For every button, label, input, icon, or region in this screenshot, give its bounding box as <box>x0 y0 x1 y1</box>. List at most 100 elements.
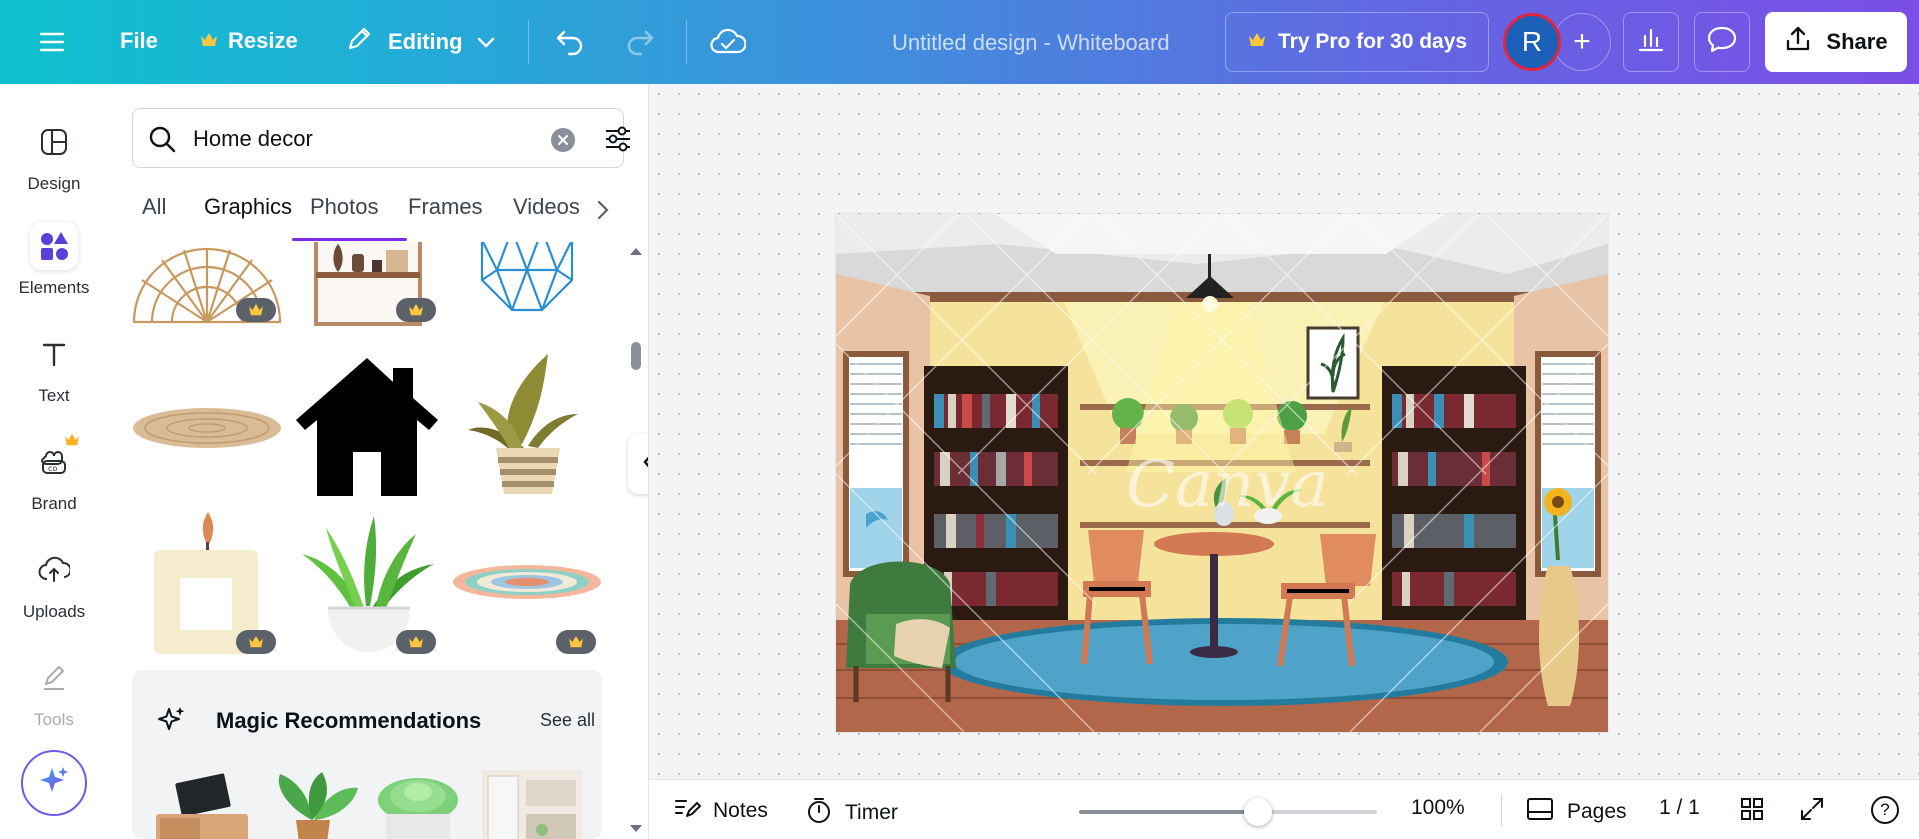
graphics-results-grid <box>132 242 602 742</box>
upload-icon <box>1784 25 1812 59</box>
search-query: Home decor <box>193 126 313 151</box>
rail-item-text[interactable]: Text <box>0 330 108 406</box>
magic-recommendations-title: Magic Recommendations <box>216 708 482 733</box>
help-icon: ? <box>1871 796 1899 824</box>
rail-item-tools[interactable]: Tools <box>0 654 108 730</box>
magic-recommendations-card: Magic Recommendations See all <box>132 670 602 839</box>
chevron-right-icon[interactable] <box>596 199 610 226</box>
crown-icon <box>200 28 218 54</box>
canva-watermark: Canva <box>1126 448 1329 522</box>
resize-button[interactable]: Resize <box>200 28 298 54</box>
zoom-level[interactable]: 100% <box>1411 796 1465 820</box>
pages-label: Pages <box>1567 800 1627 823</box>
rail-item-label: Design <box>27 174 81 193</box>
card-pointer <box>305 670 335 685</box>
file-menu-button[interactable]: File <box>120 28 158 54</box>
room-illustration-graphic[interactable]: Canva <box>836 214 1608 732</box>
editing-mode-dropdown[interactable]: Editing <box>344 24 495 60</box>
rail-item-label: Text <box>38 386 70 405</box>
user-avatar[interactable]: R <box>1503 13 1561 71</box>
left-navigation-rail: Design Elements Text co Brand Uploads To… <box>0 84 108 839</box>
scroll-down-icon[interactable] <box>628 822 644 839</box>
pro-crown-badge <box>396 630 436 654</box>
expand-icon <box>1799 796 1825 828</box>
avatar-initial: R <box>1521 26 1543 57</box>
rail-item-design[interactable]: Design <box>0 118 108 194</box>
shapes-icon <box>30 222 78 270</box>
result-snake-plant-pot[interactable] <box>292 508 442 658</box>
category-tabs: All Graphics Photos Frames Videos <box>132 194 632 234</box>
pro-crown-badge <box>236 630 276 654</box>
invite-button[interactable]: + <box>1553 13 1611 71</box>
save-status-button[interactable] <box>710 26 747 64</box>
recommendation-monstera-pot[interactable] <box>262 770 362 839</box>
pro-crown-badge <box>236 298 276 322</box>
crown-icon <box>1248 30 1266 54</box>
bottom-status-bar: Notes Timer 100% Pages 1 / 1 ? <box>648 779 1919 839</box>
hamburger-menu-icon[interactable] <box>38 28 66 56</box>
rail-item-label: Uploads <box>22 602 86 621</box>
comments-button[interactable] <box>1694 12 1750 72</box>
tab-videos[interactable]: Videos <box>513 194 580 220</box>
bottombar-divider <box>1501 794 1502 826</box>
pen-tool-icon <box>30 654 78 702</box>
rail-item-brand[interactable]: co Brand <box>0 433 108 514</box>
tab-all[interactable]: All <box>142 194 166 220</box>
zoom-slider-handle[interactable] <box>1243 798 1272 826</box>
redo-button[interactable] <box>624 26 656 64</box>
chevron-down-icon <box>477 29 495 55</box>
result-potted-plant[interactable] <box>452 352 602 502</box>
notes-pencil-icon <box>673 796 701 826</box>
result-round-rug[interactable] <box>132 352 282 502</box>
panel-scrollbar-thumb[interactable] <box>631 342 641 370</box>
result-striped-rug[interactable] <box>452 508 602 658</box>
rail-item-label: Brand <box>31 494 77 513</box>
share-button[interactable]: Share <box>1765 12 1907 72</box>
notes-button[interactable]: Notes <box>673 796 768 826</box>
redo-icon <box>624 26 656 64</box>
cloud-upload-icon <box>30 546 78 594</box>
recommendation-tv-stand[interactable] <box>152 770 252 839</box>
recommendation-succulent[interactable] <box>368 770 468 839</box>
grid-view-icon <box>1739 796 1765 828</box>
editing-label: Editing <box>388 29 463 54</box>
svg-text:co: co <box>48 464 57 473</box>
rail-item-elements[interactable]: Elements <box>0 222 108 298</box>
see-all-link[interactable]: See all <box>540 710 595 731</box>
tab-frames[interactable]: Frames <box>408 194 483 220</box>
document-title[interactable]: Untitled design - Whiteboard <box>892 30 1170 56</box>
tab-photos[interactable]: Photos <box>310 194 379 220</box>
rail-item-label: Elements <box>18 278 90 297</box>
insights-button[interactable] <box>1623 12 1679 72</box>
help-button[interactable]: ? <box>1871 796 1899 824</box>
result-geometric-lantern[interactable] <box>452 242 602 340</box>
toolbar-divider <box>528 20 529 64</box>
magic-assistant-button[interactable] <box>21 750 87 816</box>
search-input[interactable]: Home decor <box>132 108 630 168</box>
try-pro-button[interactable]: Try Pro for 30 days <box>1225 12 1489 72</box>
recommendation-kitchen-photo[interactable] <box>482 770 582 839</box>
pencil-icon <box>344 24 374 60</box>
scroll-up-icon[interactable] <box>628 244 644 262</box>
comment-bubble-icon <box>1706 24 1738 60</box>
layout-icon <box>30 118 78 166</box>
tab-graphics[interactable]: Graphics <box>204 194 292 220</box>
pages-button[interactable]: Pages <box>1525 796 1627 828</box>
result-candle[interactable] <box>132 508 282 658</box>
brand-kit-icon: co <box>30 433 79 486</box>
share-label: Share <box>1826 29 1888 54</box>
result-sunburst-arch[interactable] <box>132 242 282 340</box>
whiteboard-canvas[interactable]: Canva <box>648 84 1919 779</box>
zoom-slider[interactable] <box>1079 798 1377 826</box>
clear-search-icon[interactable] <box>551 128 575 152</box>
filter-sliders-icon[interactable] <box>603 124 633 159</box>
undo-button[interactable] <box>554 26 586 64</box>
fullscreen-button[interactable] <box>1799 796 1825 828</box>
grid-view-button[interactable] <box>1739 796 1765 828</box>
rail-item-label: Tools <box>34 710 74 729</box>
result-house-icon[interactable] <box>292 352 442 502</box>
rail-item-uploads[interactable]: Uploads <box>0 546 108 622</box>
result-shelf-vases[interactable] <box>292 242 442 340</box>
try-pro-label: Try Pro for 30 days <box>1278 30 1468 53</box>
timer-button[interactable]: Timer <box>805 796 898 830</box>
